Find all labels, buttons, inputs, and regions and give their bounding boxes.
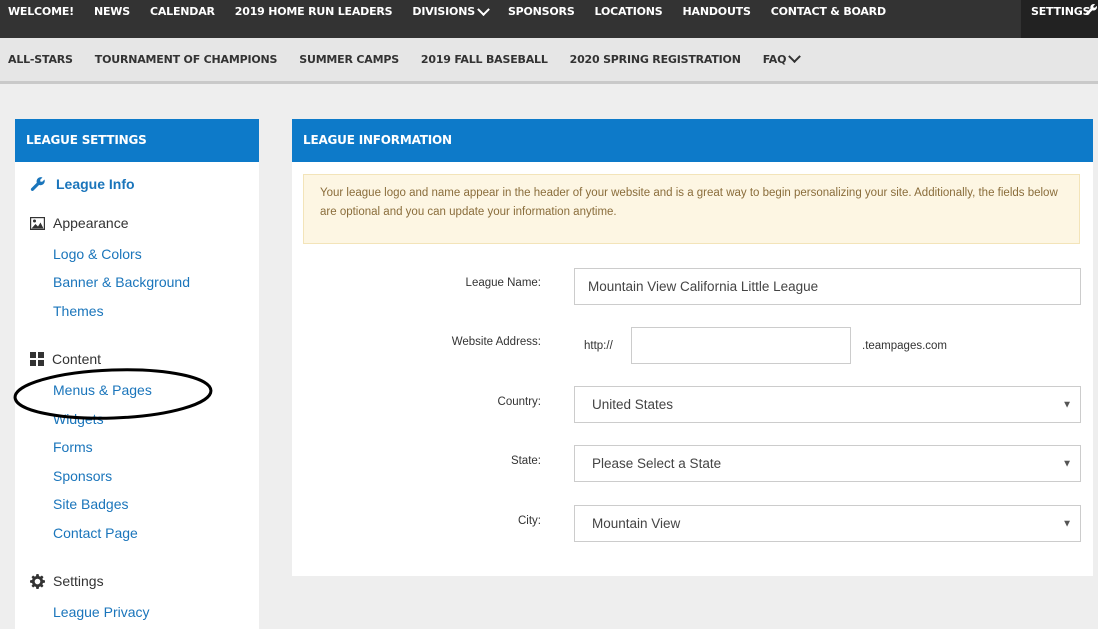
caret-down-icon: ▼ xyxy=(1062,399,1072,410)
website-suffix: .teampages.com xyxy=(862,340,948,352)
sidebar-category-appearance: Appearance xyxy=(30,215,129,231)
website-prefix: http:// xyxy=(584,340,613,352)
city-label: City: xyxy=(518,515,541,527)
wrench-icon xyxy=(1085,3,1098,16)
league-settings-sidebar: LEAGUE SETTINGS League Info Appearance L… xyxy=(15,119,259,629)
top-navigation: WELCOME! NEWS CALENDAR 2019 HOME RUN LEA… xyxy=(0,0,1098,38)
website-address-input[interactable] xyxy=(631,327,851,364)
nav-divisions[interactable]: DIVISIONS xyxy=(402,0,498,24)
city-select-value: Mountain View xyxy=(592,516,681,531)
sidebar-title: LEAGUE SETTINGS xyxy=(15,119,259,162)
league-information-panel: LEAGUE INFORMATION Your league logo and … xyxy=(292,119,1093,576)
sidebar-item-league-info[interactable]: League Info xyxy=(30,176,135,192)
info-notice: Your league logo and name appear in the … xyxy=(303,174,1080,244)
sidebar-item-widgets[interactable]: Widgets xyxy=(53,411,104,427)
state-select[interactable]: Please Select a State ▼ xyxy=(574,445,1081,482)
sidebar-item-label: League Info xyxy=(56,176,135,192)
state-label: State: xyxy=(510,455,541,467)
gear-icon xyxy=(30,573,45,589)
settings-tab-label: SETTINGS xyxy=(1031,5,1091,18)
nav-divisions-label: DIVISIONS xyxy=(412,5,475,18)
wrench-icon xyxy=(30,177,45,191)
sidebar-item-menus-pages[interactable]: Menus & Pages xyxy=(53,382,152,398)
sidebar-item-themes[interactable]: Themes xyxy=(53,303,104,319)
image-icon xyxy=(30,216,45,230)
sidebar-item-contact-page[interactable]: Contact Page xyxy=(53,525,138,541)
secondary-navigation: ALL-STARS TOURNAMENT OF CHAMPIONS SUMMER… xyxy=(0,38,1098,84)
league-name-input[interactable]: Mountain View California Little League xyxy=(574,268,1081,305)
sidebar-category-label: Appearance xyxy=(53,215,129,231)
chevron-down-icon xyxy=(477,2,490,16)
sidebar-item-banner-background[interactable]: Banner & Background xyxy=(53,274,190,290)
nav-welcome[interactable]: WELCOME! xyxy=(0,0,84,24)
nav-sponsors[interactable]: SPONSORS xyxy=(498,0,585,24)
chevron-down-icon xyxy=(788,50,802,64)
nav-handouts[interactable]: HANDOUTS xyxy=(673,0,761,24)
country-select-value: United States xyxy=(592,397,674,412)
nav-news[interactable]: NEWS xyxy=(84,0,140,24)
league-name-label: League Name: xyxy=(465,277,541,289)
country-select[interactable]: United States ▼ xyxy=(574,386,1081,423)
nav-summer-camps[interactable]: SUMMER CAMPS xyxy=(288,53,410,66)
sidebar-item-sponsors[interactable]: Sponsors xyxy=(53,468,112,484)
sidebar-category-settings: Settings xyxy=(30,573,104,589)
caret-down-icon: ▼ xyxy=(1062,518,1072,529)
nav-locations[interactable]: LOCATIONS xyxy=(585,0,673,24)
nav-calendar[interactable]: CALENDAR xyxy=(140,0,225,24)
sidebar-item-forms[interactable]: Forms xyxy=(53,439,93,455)
nav-fall-baseball[interactable]: 2019 FALL BASEBALL xyxy=(410,53,559,66)
grid-icon xyxy=(30,352,44,366)
sidebar-category-label: Content xyxy=(52,351,102,367)
sidebar-item-logo-colors[interactable]: Logo & Colors xyxy=(53,246,142,262)
sidebar-item-site-badges[interactable]: Site Badges xyxy=(53,496,129,512)
nav-spring-registration[interactable]: 2020 SPRING REGISTRATION xyxy=(559,53,752,66)
nav-tournament-of-champions[interactable]: TOURNAMENT OF CHAMPIONS xyxy=(84,53,288,66)
sidebar-item-league-privacy[interactable]: League Privacy xyxy=(53,604,150,620)
nav-faq-label: FAQ xyxy=(762,53,787,66)
sidebar-category-content: Content xyxy=(30,351,101,367)
state-select-value: Please Select a State xyxy=(592,456,722,471)
caret-down-icon: ▼ xyxy=(1062,458,1072,469)
city-select[interactable]: Mountain View ▼ xyxy=(574,505,1081,542)
panel-title: LEAGUE INFORMATION xyxy=(292,119,1093,162)
nav-contact-board[interactable]: CONTACT & BOARD xyxy=(761,0,896,24)
nav-all-stars[interactable]: ALL-STARS xyxy=(0,53,84,66)
country-label: Country: xyxy=(497,396,541,408)
website-address-label: Website Address: xyxy=(451,336,541,348)
settings-tab[interactable]: SETTINGS xyxy=(1021,0,1098,38)
nav-faq[interactable]: FAQ xyxy=(752,50,811,66)
sidebar-category-label: Settings xyxy=(53,573,104,589)
nav-home-run-leaders[interactable]: 2019 HOME RUN LEADERS xyxy=(225,0,403,24)
